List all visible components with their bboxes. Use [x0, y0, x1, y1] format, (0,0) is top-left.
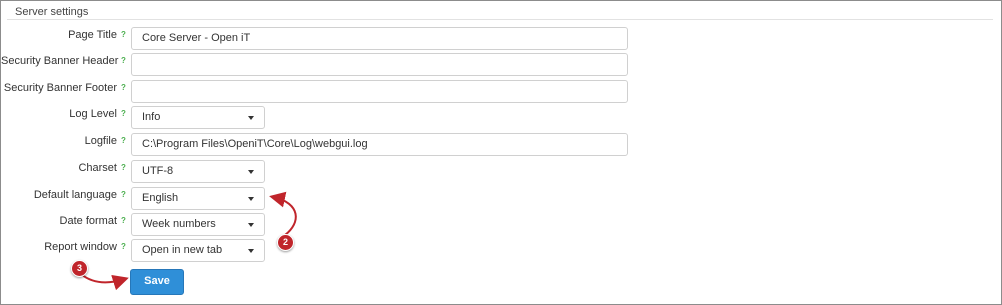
server-settings-panel: Server settings Page Title ? Core Server…: [0, 0, 1002, 305]
callout-badge-2: 2: [277, 234, 294, 251]
callout-arrow-2: [269, 191, 297, 236]
callout-arrow-3: [80, 273, 129, 291]
callout-badge-3: 3: [71, 260, 88, 277]
callout-arrows: [80, 191, 297, 291]
